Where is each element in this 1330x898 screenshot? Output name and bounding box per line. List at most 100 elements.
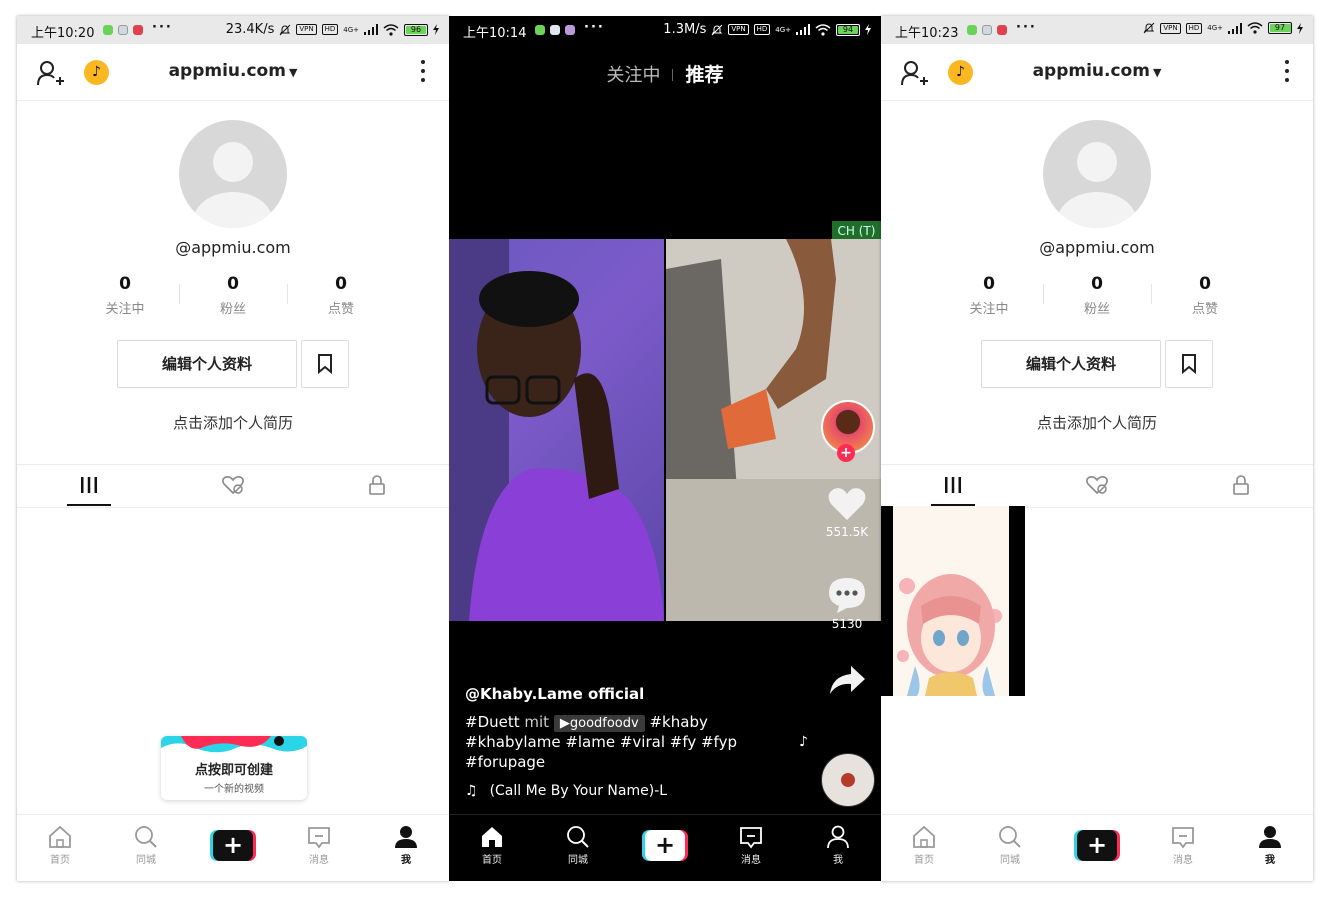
vpn-badge: VPN bbox=[728, 24, 749, 35]
like-button[interactable]: 551.5K bbox=[817, 486, 877, 539]
nav-home[interactable]: 首页 bbox=[894, 825, 954, 866]
share-button[interactable] bbox=[817, 664, 877, 699]
status-app-icons: ··· bbox=[535, 20, 605, 39]
share-arrow-icon bbox=[830, 666, 865, 694]
tab-following[interactable]: 关注中 bbox=[606, 65, 660, 86]
music-title-row[interactable]: ♫ (Call Me By Your Name)-L bbox=[465, 783, 667, 799]
username-dropdown[interactable]: appmiu.com ▼ bbox=[881, 61, 1313, 81]
video-thumbnail[interactable] bbox=[881, 506, 1025, 696]
profile-screen-right: 上午10:23 ··· VPN HD 4G+ 97 ♪ appmiu.com ▼ … bbox=[881, 16, 1313, 881]
edit-profile-button[interactable]: 编辑个人资料 bbox=[981, 340, 1161, 388]
create-video-button[interactable]: + bbox=[1074, 830, 1120, 861]
caption-language-badge[interactable]: CH (T) bbox=[832, 221, 881, 241]
tooltip-title: 点按即可创建 bbox=[194, 763, 273, 778]
home-icon bbox=[49, 825, 71, 848]
nav-inbox[interactable]: 消息 bbox=[1153, 825, 1213, 866]
charging-icon bbox=[433, 24, 439, 35]
more-options-icon[interactable] bbox=[1285, 60, 1289, 87]
videos-grid-tab-icon[interactable] bbox=[941, 473, 965, 497]
nav-inbox[interactable]: 消息 bbox=[289, 825, 349, 866]
videos-grid-tab-icon[interactable] bbox=[77, 473, 101, 497]
user-handle: @appmiu.com bbox=[1039, 238, 1155, 257]
video-feed-screen: 上午10:14 ··· 1.3M/s VPN HD 4G+ 94 关注中 推荐 C… bbox=[449, 16, 881, 881]
duet-video-player[interactable] bbox=[449, 239, 881, 621]
stat-followers[interactable]: 0 粉丝 bbox=[179, 274, 287, 317]
battery-icon: 96 bbox=[404, 23, 428, 36]
stat-likes[interactable]: 0 点赞 bbox=[287, 274, 395, 317]
tab-recommended[interactable]: 推荐 bbox=[685, 64, 723, 86]
music-note-icon: ♫ bbox=[465, 783, 478, 799]
comment-button[interactable]: 5130 bbox=[817, 576, 877, 631]
add-bio-prompt[interactable]: 点击添加个人简历 bbox=[881, 412, 1313, 433]
duet-hashtag[interactable]: #Duett bbox=[465, 713, 520, 731]
avatar[interactable] bbox=[179, 120, 287, 228]
network-type: 4G+ bbox=[343, 25, 359, 34]
video-author[interactable]: @Khaby.Lame official bbox=[465, 684, 805, 704]
nav-inbox[interactable]: 消息 bbox=[721, 825, 781, 866]
caption-tags-line3[interactable]: #forupage bbox=[465, 752, 805, 772]
status-time: 上午10:14 bbox=[463, 26, 527, 41]
nav-me[interactable]: 我 bbox=[808, 825, 868, 866]
duet-source-chip[interactable]: ▶goodfoodv bbox=[553, 715, 645, 732]
mute-icon bbox=[711, 24, 723, 35]
stat-following[interactable]: 0 关注中 bbox=[71, 274, 179, 317]
network-type: 4G+ bbox=[775, 25, 791, 34]
nav-nearby[interactable]: 同城 bbox=[116, 825, 176, 866]
search-icon bbox=[567, 826, 589, 848]
wifi-icon bbox=[815, 23, 831, 36]
stat-following[interactable]: 0 关注中 bbox=[935, 274, 1043, 317]
comment-count: 5130 bbox=[831, 617, 863, 631]
lock-tab-icon[interactable] bbox=[365, 473, 389, 497]
profile-icon bbox=[827, 825, 849, 849]
status-bar: 上午10:23 ··· VPN HD 4G+ 97 bbox=[881, 16, 1313, 44]
edit-profile-button[interactable]: 编辑个人资料 bbox=[117, 340, 297, 388]
active-tab-indicator bbox=[67, 504, 111, 506]
bottom-nav: 首页 同城 + 消息 我 bbox=[449, 814, 881, 881]
bottom-nav: 首页 同城 + 消息 我 bbox=[881, 814, 1313, 881]
like-count: 551.5K bbox=[825, 525, 869, 539]
bookmark-button[interactable] bbox=[301, 340, 349, 388]
wifi-icon bbox=[1247, 22, 1263, 34]
charging-icon bbox=[865, 24, 871, 35]
stat-followers[interactable]: 0 粉丝 bbox=[1043, 274, 1151, 317]
bookmark-button[interactable] bbox=[1165, 340, 1213, 388]
music-disc[interactable] bbox=[821, 753, 875, 807]
heart-icon bbox=[828, 488, 866, 520]
vpn-badge: VPN bbox=[1160, 22, 1181, 34]
create-video-button[interactable]: + bbox=[642, 830, 688, 861]
avatar[interactable] bbox=[1043, 120, 1151, 228]
search-icon bbox=[999, 826, 1021, 848]
hd-badge: HD bbox=[753, 24, 771, 35]
liked-private-tab-icon[interactable] bbox=[221, 473, 245, 497]
add-bio-prompt[interactable]: 点击添加个人简历 bbox=[17, 412, 449, 433]
liked-private-tab-icon[interactable] bbox=[1085, 473, 1109, 497]
follow-plus-icon[interactable]: + bbox=[837, 444, 855, 462]
wifi-icon bbox=[383, 23, 399, 36]
more-options-icon[interactable] bbox=[421, 60, 425, 87]
nav-me[interactable]: 我 bbox=[1240, 825, 1300, 866]
lock-tab-icon[interactable] bbox=[1229, 473, 1253, 497]
nav-me[interactable]: 我 bbox=[376, 825, 436, 866]
nav-nearby[interactable]: 同城 bbox=[548, 825, 608, 866]
create-video-tooltip[interactable]: 点按即可创建 一个新的视频 bbox=[161, 736, 307, 800]
profile-header: ♪ appmiu.com ▼ bbox=[17, 44, 449, 101]
hashtag-khaby[interactable]: #khaby bbox=[649, 713, 707, 731]
status-bar: 上午10:20 ··· 23.4K/s VPN HD 4G+ 96 bbox=[17, 16, 449, 44]
video-caption: @Khaby.Lame official #Duett mit ▶goodfoo… bbox=[465, 684, 805, 772]
inbox-icon bbox=[308, 827, 330, 849]
bottom-nav: 首页 同城 + 消息 我 bbox=[17, 814, 449, 881]
caption-tags-line2[interactable]: #khabylame #lame #viral #fy #fyp bbox=[465, 732, 805, 752]
nav-nearby[interactable]: 同城 bbox=[980, 825, 1040, 866]
username-dropdown[interactable]: appmiu.com ▼ bbox=[17, 61, 449, 81]
duet-left-video bbox=[449, 239, 664, 621]
signal-icon bbox=[364, 24, 378, 35]
caption-tags-line1: #Duett mit ▶goodfoodv #khaby bbox=[465, 713, 708, 732]
create-video-button[interactable]: + bbox=[210, 830, 256, 861]
status-time: 上午10:23 bbox=[895, 26, 959, 41]
profile-screen-left: 上午10:20 ··· 23.4K/s VPN HD 4G+ 96 ♪ appm… bbox=[17, 16, 449, 881]
hd-badge: HD bbox=[1185, 22, 1203, 34]
nav-home[interactable]: 首页 bbox=[462, 825, 522, 866]
nav-home[interactable]: 首页 bbox=[30, 825, 90, 866]
stat-likes[interactable]: 0 点赞 bbox=[1151, 274, 1259, 317]
status-app-icons: ··· bbox=[967, 20, 1037, 39]
